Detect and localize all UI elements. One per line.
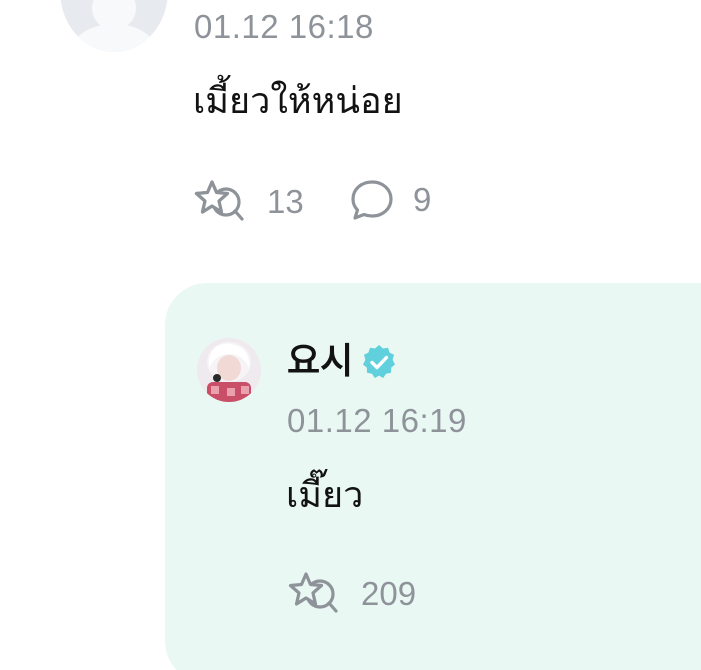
like-count: 13 <box>267 183 304 220</box>
avatar[interactable] <box>197 338 261 402</box>
like-button[interactable]: 13 <box>193 178 304 226</box>
reply-count: 9 <box>413 181 432 218</box>
like-icon <box>287 570 339 618</box>
reply-like-button[interactable]: 209 <box>287 570 416 618</box>
reply-button[interactable]: 9 <box>349 178 431 222</box>
reply-like-count: 209 <box>361 575 417 612</box>
default-avatar-icon[interactable] <box>60 0 168 52</box>
comment-thread: 01.12 16:18 เมี้ยวให้หน่อย 13 9 요시 01.12… <box>0 0 701 670</box>
comment-icon <box>349 178 395 222</box>
comment-text: เมี้ยวให้หน่อย <box>193 81 403 122</box>
reply-timestamp: 01.12 16:19 <box>287 402 467 439</box>
reply-card <box>165 283 701 670</box>
author-name: 요시 <box>287 341 354 382</box>
reply-text: เมี๊ยว <box>286 475 364 516</box>
reply-author[interactable]: 요시 <box>287 340 399 384</box>
verified-badge-icon <box>353 342 399 382</box>
like-icon <box>193 178 245 226</box>
comment-timestamp: 01.12 16:18 <box>194 8 374 45</box>
